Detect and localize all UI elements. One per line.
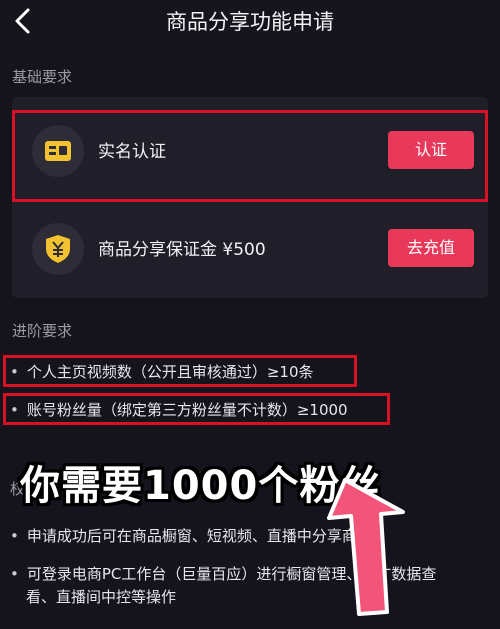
basic-requirements-label: 基础要求 xyxy=(12,68,73,86)
deposit-row: 商品分享保证金 ¥500 去充值 xyxy=(12,209,488,289)
yuan-shield-icon xyxy=(32,223,84,275)
recharge-button[interactable]: 去充值 xyxy=(388,229,474,267)
benefit-item-1: 申请成功后可在商品橱窗、短视频、直播中分享商品 xyxy=(10,525,372,546)
highlight-box-video-count xyxy=(3,355,357,387)
highlight-box-followers xyxy=(3,393,390,425)
pointer-arrow-icon xyxy=(327,478,405,616)
advanced-requirements-label: 进阶要求 xyxy=(12,322,73,340)
deposit-label: 商品分享保证金 ¥500 xyxy=(98,240,266,260)
page-title: 商品分享功能申请 xyxy=(166,10,334,34)
benefit-item-2-cont: 看、直播间中控等操作 xyxy=(26,588,177,606)
top-bar: 商品分享功能申请 xyxy=(0,0,500,46)
highlight-box-real-name xyxy=(12,110,488,202)
